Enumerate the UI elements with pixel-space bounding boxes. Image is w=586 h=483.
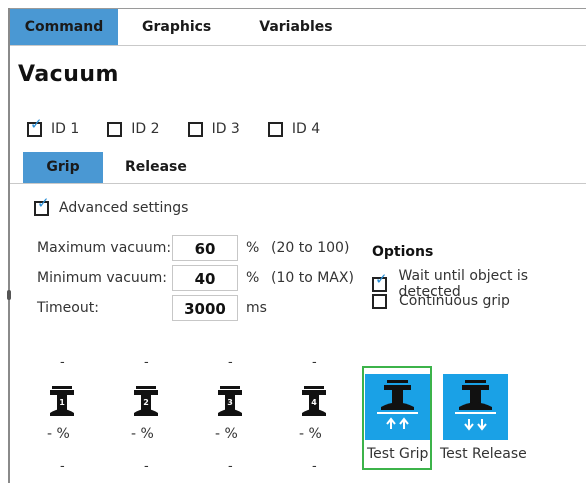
checkmark-icon: ✓ xyxy=(375,269,388,288)
cup-2-percent: - % xyxy=(131,426,154,442)
test-release-label: Test Release xyxy=(440,446,527,462)
test-grip-button[interactable] xyxy=(365,374,430,440)
suction-cup-2-icon: 2 xyxy=(134,386,158,416)
tabs-divider xyxy=(10,45,586,46)
test-release-icon xyxy=(455,380,496,431)
id-2-label: ID 2 xyxy=(131,121,160,137)
main-tabs: Command Graphics Variables xyxy=(10,9,586,45)
id-1-checkbox[interactable]: ✓ xyxy=(27,116,43,137)
id-2-checkbox[interactable] xyxy=(107,121,123,137)
cup-2-top-value: - xyxy=(144,355,149,370)
timeout-unit: ms xyxy=(246,300,267,316)
tab-variables[interactable]: Variables xyxy=(235,9,356,45)
id-4-label: ID 4 xyxy=(291,121,321,137)
tab-release[interactable]: Release xyxy=(103,152,187,183)
id-1-option[interactable]: ✓ ID 1 xyxy=(27,116,80,137)
id-4-option[interactable]: ID 4 xyxy=(267,121,321,137)
window-left-border xyxy=(8,8,10,483)
subtabs-divider xyxy=(10,183,586,184)
cup-4-number: 4 xyxy=(311,398,317,407)
cup-4-bottom-value: - xyxy=(312,459,317,474)
collapse-handle[interactable] xyxy=(7,290,11,300)
gripper-id-selector: ✓ ID 1 ID 2 ID 3 ID 4 xyxy=(27,116,348,137)
wait-detected-checkbox[interactable]: ✓ xyxy=(372,271,388,292)
cup-1-percent: - % xyxy=(47,426,70,442)
min-vacuum-unit: % xyxy=(246,270,260,286)
checkmark-icon: ✓ xyxy=(30,114,43,133)
test-grip-label: Test Grip xyxy=(367,446,429,462)
checkmark-icon: ✓ xyxy=(37,193,50,212)
continuous-grip-checkbox[interactable] xyxy=(372,293,387,309)
cup-1-number: 1 xyxy=(59,398,65,407)
suction-cup-3-icon: 3 xyxy=(218,386,242,416)
cup-2-number: 2 xyxy=(143,398,149,407)
min-vacuum-range: (10 to MAX) xyxy=(271,270,354,286)
options-heading: Options xyxy=(372,244,434,260)
max-vacuum-label: Maximum vacuum: xyxy=(37,240,172,256)
tab-graphics[interactable]: Graphics xyxy=(118,9,235,45)
timeout-label: Timeout: xyxy=(37,300,99,316)
advanced-settings-option[interactable]: ✓ Advanced settings xyxy=(34,195,189,216)
id-4-checkbox[interactable] xyxy=(267,121,283,137)
suction-cup-1-icon: 1 xyxy=(50,386,74,416)
action-tabs: Grip Release xyxy=(23,152,187,183)
cup-3-bottom-value: - xyxy=(228,459,233,474)
min-vacuum-label: Minimum vacuum: xyxy=(37,270,167,286)
cup-4-top-value: - xyxy=(312,355,317,370)
cup-3-number: 3 xyxy=(227,398,233,407)
max-vacuum-unit: % xyxy=(246,240,260,256)
cup-3-top-value: - xyxy=(228,355,233,370)
page-title: Vacuum xyxy=(18,62,119,87)
continuous-grip-option[interactable]: Continuous grip xyxy=(372,293,510,309)
advanced-settings-label: Advanced settings xyxy=(59,200,189,216)
cup-3-percent: - % xyxy=(215,426,238,442)
id-3-checkbox[interactable] xyxy=(187,121,203,137)
test-grip-icon xyxy=(377,380,418,429)
id-3-option[interactable]: ID 3 xyxy=(187,121,240,137)
id-1-label: ID 1 xyxy=(51,121,80,137)
timeout-input[interactable]: 3000 xyxy=(172,295,238,321)
suction-cup-4-icon: 4 xyxy=(302,386,326,416)
cup-1-top-value: - xyxy=(60,355,65,370)
min-vacuum-input[interactable]: 40 xyxy=(172,265,238,291)
tab-grip[interactable]: Grip xyxy=(23,152,103,183)
id-2-option[interactable]: ID 2 xyxy=(107,121,160,137)
tab-command[interactable]: Command xyxy=(10,9,118,45)
test-release-button[interactable] xyxy=(443,374,508,440)
cup-2-bottom-value: - xyxy=(144,459,149,474)
continuous-grip-label: Continuous grip xyxy=(399,293,510,309)
id-3-label: ID 3 xyxy=(211,121,240,137)
max-vacuum-input[interactable]: 60 xyxy=(172,235,238,261)
advanced-settings-checkbox[interactable]: ✓ xyxy=(34,195,50,216)
cup-1-bottom-value: - xyxy=(60,459,65,474)
cup-4-percent: - % xyxy=(299,426,322,442)
max-vacuum-range: (20 to 100) xyxy=(271,240,350,256)
